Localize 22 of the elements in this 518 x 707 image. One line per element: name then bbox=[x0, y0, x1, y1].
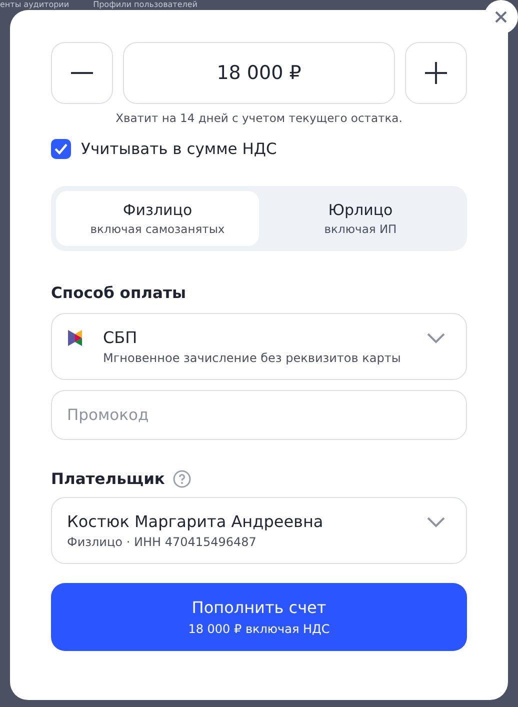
background-tab-label: енты аудитории bbox=[0, 0, 70, 9]
increase-button[interactable] bbox=[405, 42, 467, 104]
payer-select[interactable]: Костюк Маргарита Андреевна Физлицо · ИНН 470415496487 bbox=[51, 497, 467, 564]
help-icon[interactable] bbox=[172, 470, 191, 488]
minus-icon bbox=[71, 71, 93, 75]
plus-icon bbox=[425, 62, 447, 84]
background-tab-label: Профили пользователей bbox=[93, 0, 198, 9]
section-label: Плательщик bbox=[51, 470, 165, 488]
close-icon bbox=[495, 11, 507, 23]
amount-field[interactable]: 18 000 ₽ bbox=[123, 42, 395, 104]
chevron-down-icon bbox=[426, 516, 446, 528]
payment-method-select[interactable]: СБП Мгновенное зачисление без реквизитов карты bbox=[51, 313, 467, 380]
section-label: Способ оплаты bbox=[51, 284, 186, 302]
vat-label: Учитывать в сумме НДС bbox=[81, 140, 277, 158]
payer-type-tab[interactable]: Юрлицо включая ИП bbox=[259, 191, 462, 246]
chevron-down-icon bbox=[426, 332, 446, 344]
balance-hint: Хватит на 14 дней с учетом текущего остатка. bbox=[114, 111, 404, 125]
sbp-logo-icon bbox=[67, 328, 83, 346]
promo-code-field[interactable]: Промокод bbox=[51, 390, 467, 440]
vat-checkbox[interactable] bbox=[51, 139, 71, 159]
top-up-button[interactable]: Пополнить счет 18 000 ₽ включая НДС bbox=[51, 583, 467, 651]
payer-type-tab[interactable]: Физлицо включая самозанятых bbox=[56, 191, 259, 246]
